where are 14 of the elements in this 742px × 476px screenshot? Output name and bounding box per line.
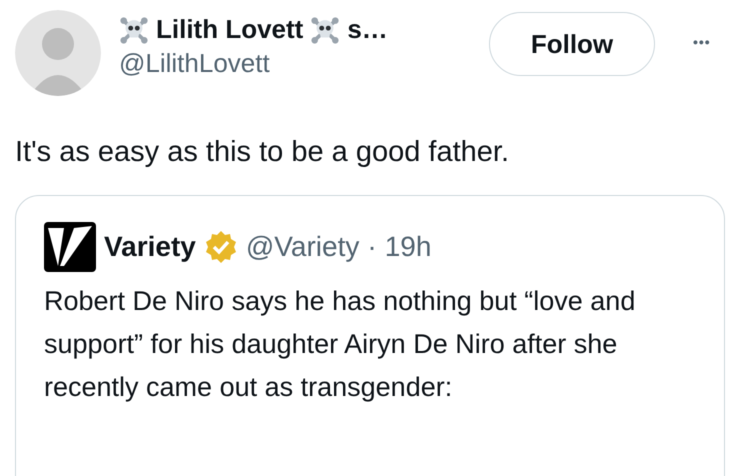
separator: · <box>367 231 377 263</box>
quoted-tweet-text: Robert De Niro says he has nothing but “love and support” for his daughter Airyn De Niro after she recently came out as transgender: <box>44 285 636 404</box>
user-handle[interactable]: @LilithLovett <box>119 48 469 79</box>
display-name[interactable]: Lilith Lovett <box>156 14 304 45</box>
account-handle[interactable]: @Variety <box>246 231 360 263</box>
timestamp[interactable]: 19h <box>384 231 432 263</box>
follow-button[interactable]: Follow <box>489 12 655 76</box>
more-button[interactable]: ••• <box>693 34 711 50</box>
skull-crossbones-icon <box>119 14 149 44</box>
tweet-text: It's as easy as this to be a good father. <box>15 136 510 169</box>
logo-icon[interactable] <box>44 222 96 272</box>
skull-crossbones-icon <box>310 14 340 44</box>
display-name-truncated: s… <box>347 14 388 45</box>
account-name[interactable]: Variety <box>104 231 196 263</box>
